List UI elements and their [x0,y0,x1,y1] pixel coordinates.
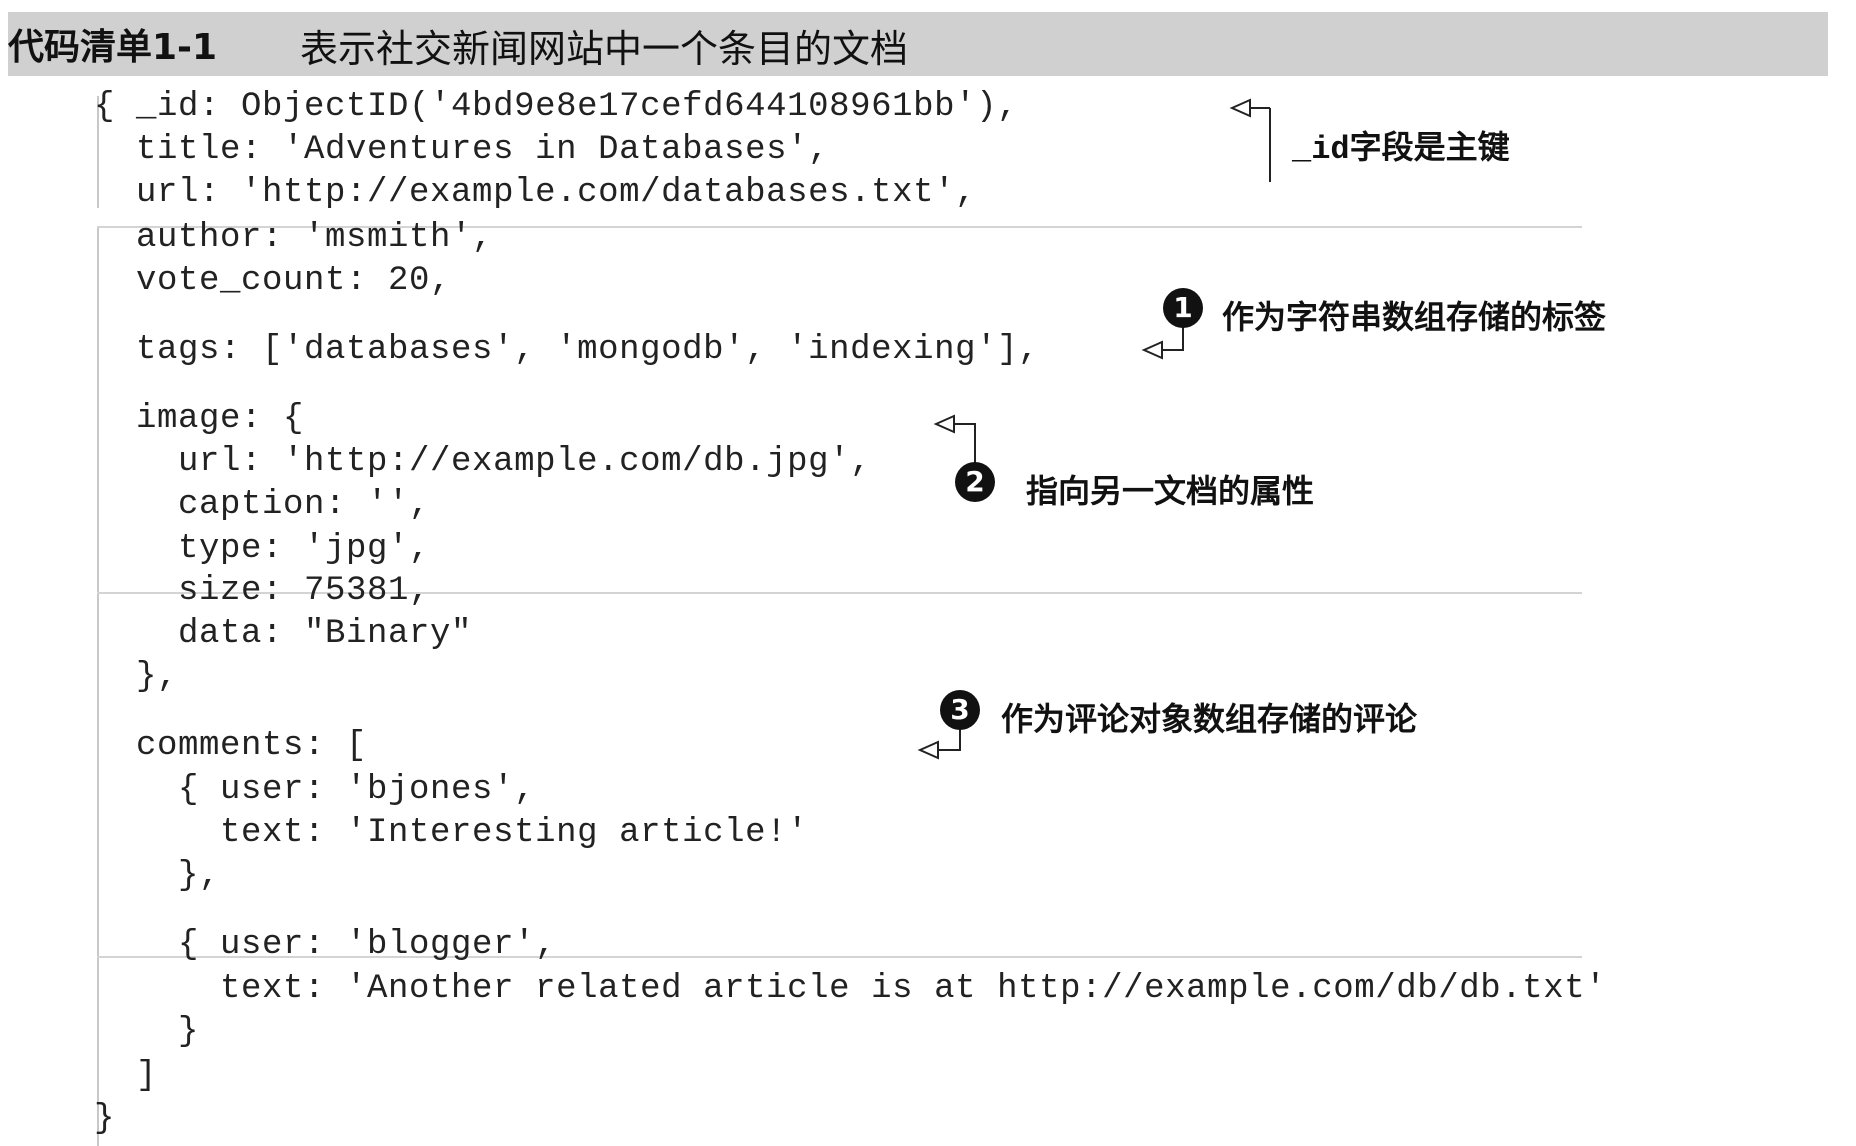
id-annotation-text: 字段是主键 [1349,128,1510,166]
note3-arrow [938,728,961,751]
arrow-head [1229,98,1251,118]
id-annotation: _id字段是主键 [1292,122,1510,168]
annotation-arrows [917,98,1271,760]
id-annotation-code: _id [1292,131,1350,168]
note1-text: 作为字符串数组存储的标签 [1222,298,1607,336]
note2-text: 指向另一文档的属性 [1026,472,1315,510]
arrow-head [933,414,955,434]
note2-arrow [954,423,976,464]
callout-marker-2: 2 [955,462,995,502]
callout-marker-3: 3 [940,690,980,730]
arrow-head [1141,340,1163,360]
arrow-head [917,740,939,760]
callout-marker-1: 1 [1163,288,1203,328]
note3-text: 作为评论对象数组存储的评论 [1001,700,1418,738]
